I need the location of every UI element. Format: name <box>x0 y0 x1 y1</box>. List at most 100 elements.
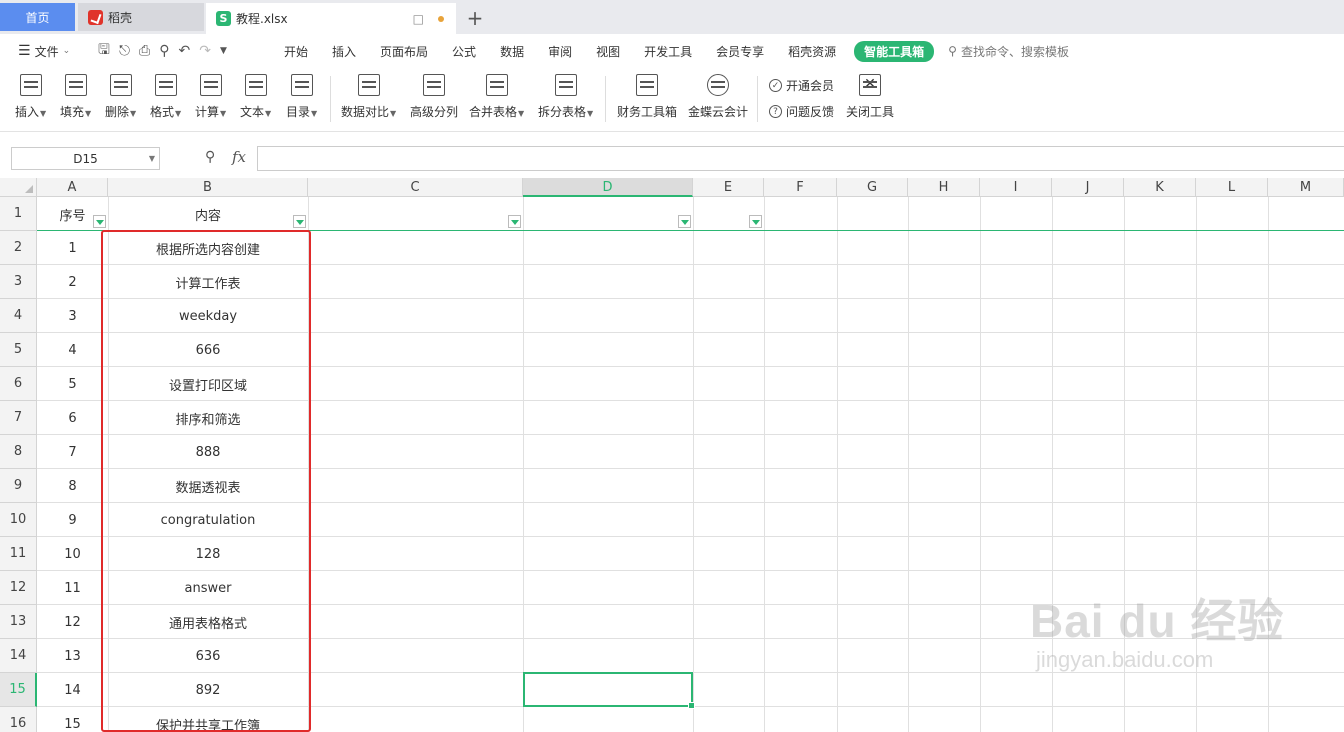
col-header-c[interactable]: C <box>308 178 523 197</box>
menu-data[interactable]: 数据 <box>488 43 536 60</box>
menu-developer[interactable]: 开发工具 <box>632 43 704 60</box>
cell-a7[interactable]: 6 <box>37 401 108 435</box>
col-header-j[interactable]: J <box>1052 178 1124 197</box>
tab-daoke[interactable]: 稻壳 <box>78 3 204 31</box>
cell-a5[interactable]: 4 <box>37 333 108 367</box>
feedback-button[interactable]: ? 问题反馈 <box>769 103 834 120</box>
select-all-corner[interactable] <box>0 178 37 197</box>
finance-toolbox-button[interactable]: 财务工具箱 <box>617 74 677 120</box>
col-header-l[interactable]: L <box>1196 178 1268 197</box>
col-header-g[interactable]: G <box>837 178 908 197</box>
print-icon[interactable]: ⎙ <box>139 43 150 59</box>
row-header-4[interactable]: 4 <box>0 299 37 333</box>
row-header-3[interactable]: 3 <box>0 265 37 299</box>
filter-dropdown-icon[interactable] <box>678 215 691 228</box>
col-header-f[interactable]: F <box>764 178 837 197</box>
cell-a12[interactable]: 11 <box>37 571 108 605</box>
row-header-16[interactable]: 16 <box>0 707 37 732</box>
col-header-a[interactable]: A <box>37 178 108 197</box>
calc-button[interactable]: 计算▼ <box>195 74 226 120</box>
cell-a13[interactable]: 12 <box>37 605 108 639</box>
filter-dropdown-icon[interactable] <box>93 215 106 228</box>
row-header-9[interactable]: 9 <box>0 469 37 503</box>
cell-a15[interactable]: 14 <box>37 673 108 707</box>
cell-b1[interactable]: 内容 <box>108 197 308 231</box>
cell-a2[interactable]: 1 <box>37 231 108 265</box>
insert-button[interactable]: 插入▼ <box>15 74 46 120</box>
menu-smart-toolbox[interactable]: 智能工具箱 <box>854 40 935 62</box>
data-compare-button[interactable]: 数据对比▼ <box>341 74 396 120</box>
col-header-m[interactable]: M <box>1268 178 1344 197</box>
kingdee-button[interactable]: 金蝶云会计 <box>688 74 748 120</box>
chevron-down-icon[interactable]: ▼ <box>149 154 155 163</box>
tab-file[interactable]: S 教程.xlsx □ <box>206 3 456 34</box>
print-preview-icon[interactable]: ⚲ <box>159 43 169 59</box>
save-icon[interactable]: 🖫 <box>98 39 110 63</box>
cell-a11[interactable]: 10 <box>37 537 108 571</box>
new-tab-button[interactable]: + <box>462 2 488 33</box>
merge-table-button[interactable]: 合并表格▼ <box>469 74 524 120</box>
fill-button[interactable]: 填充▼ <box>60 74 91 120</box>
format-button[interactable]: 格式▼ <box>150 74 181 120</box>
row-header-11[interactable]: 11 <box>0 537 37 571</box>
cell-a16[interactable]: 15 <box>37 707 108 732</box>
filter-dropdown-icon[interactable] <box>508 215 521 228</box>
text-label: 文本 <box>240 105 265 119</box>
col-header-h[interactable]: H <box>908 178 980 197</box>
menu-member[interactable]: 会员专享 <box>704 43 776 60</box>
split-table-button[interactable]: 拆分表格▼ <box>538 74 593 120</box>
tab-home[interactable]: 首页 <box>0 3 75 31</box>
selected-cell-d15[interactable] <box>523 672 695 709</box>
menu-review[interactable]: 审阅 <box>536 43 584 60</box>
row-header-1[interactable]: 1 <box>0 197 37 231</box>
vip-button[interactable]: ✓ 开通会员 <box>769 77 834 94</box>
grid-vline <box>523 197 524 732</box>
col-header-e[interactable]: E <box>693 178 764 197</box>
redo-icon[interactable]: ↷ <box>199 43 211 59</box>
zoom-icon[interactable]: ⚲ <box>205 149 215 165</box>
delete-button[interactable]: 删除▼ <box>105 74 136 120</box>
col-header-k[interactable]: K <box>1124 178 1196 197</box>
col-header-d[interactable]: D <box>523 178 693 197</box>
name-box[interactable]: D15 ▼ <box>11 147 160 170</box>
cell-a6[interactable]: 5 <box>37 367 108 401</box>
row-header-2[interactable]: 2 <box>0 231 37 265</box>
more-icon[interactable]: ▼ <box>220 46 227 56</box>
row-header-8[interactable]: 8 <box>0 435 37 469</box>
export-icon[interactable]: ⎋ <box>119 43 130 59</box>
filter-dropdown-icon[interactable] <box>749 215 762 228</box>
menu-start[interactable]: 开始 <box>272 43 320 60</box>
toc-button[interactable]: 目录▼ <box>286 74 317 120</box>
close-tool-button[interactable]: ✕ 关闭工具 <box>846 74 894 120</box>
undo-icon[interactable]: ↶ <box>178 43 190 59</box>
menu-view[interactable]: 视图 <box>584 43 632 60</box>
row-header-12[interactable]: 12 <box>0 571 37 605</box>
col-header-b[interactable]: B <box>108 178 308 197</box>
cell-a9[interactable]: 8 <box>37 469 108 503</box>
menu-formula[interactable]: 公式 <box>440 43 488 60</box>
cell-a14[interactable]: 13 <box>37 639 108 673</box>
fx-icon[interactable]: fx <box>232 148 246 166</box>
menu-insert[interactable]: 插入 <box>320 43 368 60</box>
advanced-split-button[interactable]: 高级分列 <box>410 74 458 120</box>
menu-daoke-resources[interactable]: 稻壳资源 <box>776 43 848 60</box>
text-button[interactable]: 文本▼ <box>240 74 271 120</box>
col-header-i[interactable]: I <box>980 178 1052 197</box>
cell-a8[interactable]: 7 <box>37 435 108 469</box>
command-search[interactable]: ⚲ 查找命令、搜索模板 <box>948 43 1069 60</box>
cell-a4[interactable]: 3 <box>37 299 108 333</box>
filter-dropdown-icon[interactable] <box>293 215 306 228</box>
monitor-icon[interactable]: □ <box>413 12 424 26</box>
row-header-10[interactable]: 10 <box>0 503 37 537</box>
row-header-15[interactable]: 15 <box>0 673 37 707</box>
cell-a10[interactable]: 9 <box>37 503 108 537</box>
row-header-13[interactable]: 13 <box>0 605 37 639</box>
cell-a3[interactable]: 2 <box>37 265 108 299</box>
row-header-7[interactable]: 7 <box>0 401 37 435</box>
formula-input[interactable] <box>257 146 1344 171</box>
row-header-5[interactable]: 5 <box>0 333 37 367</box>
menu-page-layout[interactable]: 页面布局 <box>368 43 440 60</box>
row-header-6[interactable]: 6 <box>0 367 37 401</box>
row-header-14[interactable]: 14 <box>0 639 37 673</box>
file-menu-button[interactable]: ☰ 文件 ⌄ <box>0 43 92 60</box>
